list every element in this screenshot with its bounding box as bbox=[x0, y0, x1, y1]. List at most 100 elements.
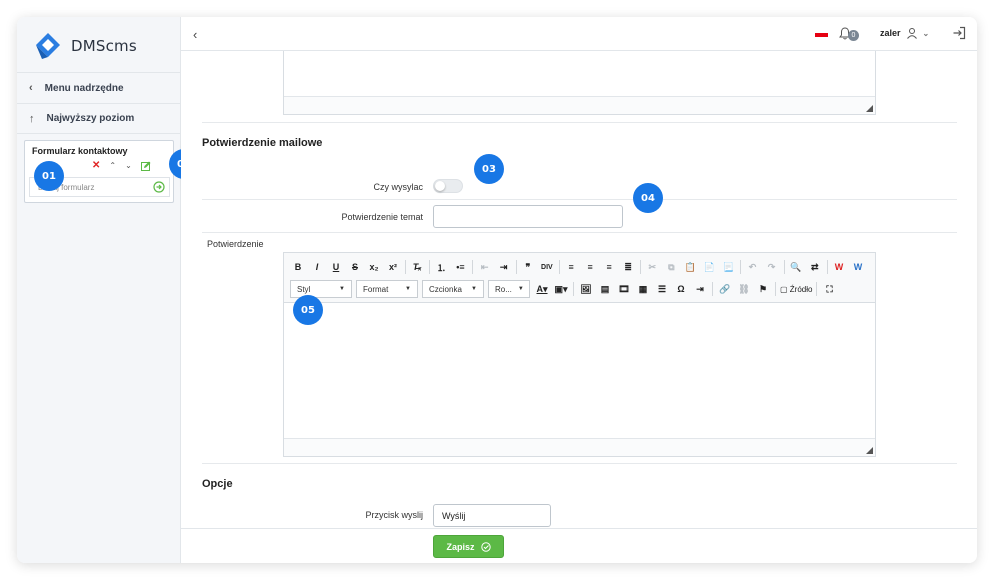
previous-editor[interactable] bbox=[283, 51, 876, 115]
resize-handle-icon[interactable] bbox=[866, 447, 873, 454]
toolbar-row-1: B I U S x₂ x² T̶ₓ ⒈ •≡ ⇤ ⇥ ❞ DIV ≡ ≡ ≡ ≣… bbox=[290, 257, 869, 277]
subject-label: Potwierdzenie temat bbox=[341, 212, 423, 222]
paste-icon[interactable]: 📋 bbox=[682, 259, 698, 275]
editor-footer bbox=[284, 96, 875, 114]
logo-icon bbox=[36, 33, 60, 59]
bulleted-list-icon[interactable]: •≡ bbox=[452, 259, 468, 275]
sidebar-item-top-level[interactable]: ↑ Najwyższy poziom bbox=[17, 103, 181, 134]
notifications-count: 0 bbox=[848, 30, 859, 41]
align-left-icon[interactable]: ≡ bbox=[563, 259, 579, 275]
chevron-down-icon: ⌄ bbox=[922, 28, 930, 38]
caret-down-icon: ▼ bbox=[471, 286, 477, 292]
flash-icon[interactable]: ▤ bbox=[597, 281, 613, 297]
cut-icon[interactable]: ✂ bbox=[644, 259, 660, 275]
align-justify-icon[interactable]: ≣ bbox=[620, 259, 636, 275]
language-flag-icon[interactable] bbox=[815, 33, 828, 37]
italic-icon[interactable]: I bbox=[309, 259, 325, 275]
save-label: Zapisz bbox=[446, 541, 475, 552]
editor-footer bbox=[284, 438, 875, 456]
caret-down-icon: ▼ bbox=[517, 286, 524, 292]
subscript-icon[interactable]: x₂ bbox=[366, 259, 382, 275]
strikethrough-icon[interactable]: S bbox=[347, 259, 363, 275]
divider bbox=[202, 463, 957, 464]
blockquote-icon[interactable]: ❞ bbox=[520, 259, 536, 275]
send-button-label: Przycisk wyslij bbox=[365, 510, 424, 520]
bold-icon[interactable]: B bbox=[290, 259, 306, 275]
video-icon[interactable]: 🎞 bbox=[616, 281, 632, 297]
link-icon[interactable]: 🔗 bbox=[717, 281, 733, 297]
send-button-input[interactable]: Wyślij bbox=[433, 504, 551, 527]
send-toggle[interactable] bbox=[433, 179, 463, 193]
sidebar-nav: ‹ Menu nadrzędne ↑ Najwyższy poziom bbox=[17, 72, 181, 134]
save-button[interactable]: Zapisz bbox=[433, 535, 504, 558]
format-select[interactable]: Format ▼ bbox=[356, 280, 418, 298]
divider bbox=[202, 199, 957, 200]
notifications[interactable]: 0 bbox=[839, 26, 859, 41]
div-icon[interactable]: DIV bbox=[539, 259, 555, 275]
confirmation-editor: B I U S x₂ x² T̶ₓ ⒈ •≡ ⇤ ⇥ ❞ DIV ≡ ≡ ≡ ≣… bbox=[283, 252, 876, 457]
source-button[interactable]: ▢ Źródło bbox=[780, 281, 812, 297]
arrow-up-icon: ↑ bbox=[29, 112, 35, 125]
style-select[interactable]: Styl ▼ bbox=[290, 280, 352, 298]
chevron-up-icon[interactable]: ⌃ bbox=[109, 161, 116, 170]
main-content: Potwierdzenie mailowe Czy wysylac Potwie… bbox=[181, 51, 977, 528]
step-badge-5: 05 bbox=[293, 295, 323, 325]
undo-icon[interactable]: ↶ bbox=[745, 259, 761, 275]
replace-icon[interactable]: ⇄ bbox=[807, 259, 823, 275]
app-name: DMScms bbox=[71, 37, 137, 55]
logo[interactable]: DMScms bbox=[33, 31, 137, 61]
app-window: DMScms ‹ Menu nadrzędne ↑ Najwyższy pozi… bbox=[17, 17, 977, 563]
underline-icon[interactable]: U bbox=[328, 259, 344, 275]
paste-word-icon[interactable]: 📃 bbox=[720, 259, 736, 275]
step-badge-4: 04 bbox=[633, 183, 663, 213]
save-bar: Zapisz bbox=[181, 528, 977, 563]
sidebar-item-parent-menu[interactable]: ‹ Menu nadrzędne bbox=[17, 72, 181, 103]
scayt-icon[interactable]: W bbox=[850, 259, 866, 275]
copy-icon[interactable]: ⧉ bbox=[663, 259, 679, 275]
toolbar-row-2: Styl ▼ Format ▼ Czcionka ▼ Ro... ▼ A▾ ▣▾ 🖼 ▤… bbox=[290, 279, 869, 299]
section-options-title: Opcje bbox=[202, 478, 233, 490]
maximize-icon[interactable]: ⛶ bbox=[821, 281, 837, 297]
chevron-down-icon[interactable]: ⌄ bbox=[125, 161, 132, 170]
align-right-icon[interactable]: ≡ bbox=[601, 259, 617, 275]
back-chevron-icon[interactable]: ‹ bbox=[193, 27, 197, 42]
font-select[interactable]: Czcionka ▼ bbox=[422, 280, 484, 298]
sidebar-item-label: Najwyższy poziom bbox=[46, 113, 135, 124]
delete-icon[interactable]: ✕ bbox=[92, 160, 100, 171]
anchor-icon[interactable]: ⚑ bbox=[755, 281, 771, 297]
image-icon[interactable]: 🖼 bbox=[578, 281, 594, 297]
subject-input[interactable] bbox=[433, 205, 623, 228]
logout-icon[interactable] bbox=[952, 26, 966, 40]
resize-handle-icon[interactable] bbox=[866, 105, 873, 112]
indent-icon[interactable]: ⇥ bbox=[496, 259, 512, 275]
page-break-icon[interactable]: ⇥ bbox=[692, 281, 708, 297]
spellcheck-icon[interactable]: W bbox=[831, 259, 847, 275]
send-toggle-label: Czy wysylac bbox=[373, 182, 423, 192]
paste-text-icon[interactable]: 📄 bbox=[701, 259, 717, 275]
user-menu[interactable]: zaler ⌄ bbox=[880, 27, 929, 39]
numbered-list-icon[interactable]: ⒈ bbox=[433, 259, 449, 275]
arrow-right-circle-icon[interactable] bbox=[153, 181, 165, 193]
search-icon[interactable]: 🔍 bbox=[788, 259, 804, 275]
table-icon[interactable]: ▦ bbox=[635, 281, 651, 297]
step-badge-1: 01 bbox=[34, 161, 64, 191]
sidebar: DMScms ‹ Menu nadrzędne ↑ Najwyższy pozi… bbox=[17, 17, 181, 563]
sidebar-item-label: Menu nadrzędne bbox=[44, 82, 124, 94]
align-center-icon[interactable]: ≡ bbox=[582, 259, 598, 275]
form-card-title: Formularz kontaktowy bbox=[32, 146, 128, 156]
bg-color-icon[interactable]: ▣▾ bbox=[553, 281, 569, 297]
remove-format-icon[interactable]: T̶ₓ bbox=[409, 259, 425, 275]
chevron-left-icon: ‹ bbox=[29, 82, 33, 94]
edit-icon[interactable] bbox=[140, 161, 151, 171]
redo-icon[interactable]: ↷ bbox=[764, 259, 780, 275]
text-color-icon[interactable]: A▾ bbox=[534, 281, 550, 297]
superscript-icon[interactable]: x² bbox=[385, 259, 401, 275]
horizontal-rule-icon[interactable]: ☰ bbox=[654, 281, 670, 297]
editor-body[interactable] bbox=[284, 303, 875, 440]
size-select[interactable]: Ro... ▼ bbox=[488, 280, 530, 298]
outdent-icon[interactable]: ⇤ bbox=[477, 259, 493, 275]
unlink-icon[interactable]: ⛓ bbox=[736, 281, 752, 297]
divider bbox=[202, 232, 957, 233]
check-circle-icon bbox=[480, 541, 491, 552]
special-char-icon[interactable]: Ω bbox=[673, 281, 689, 297]
